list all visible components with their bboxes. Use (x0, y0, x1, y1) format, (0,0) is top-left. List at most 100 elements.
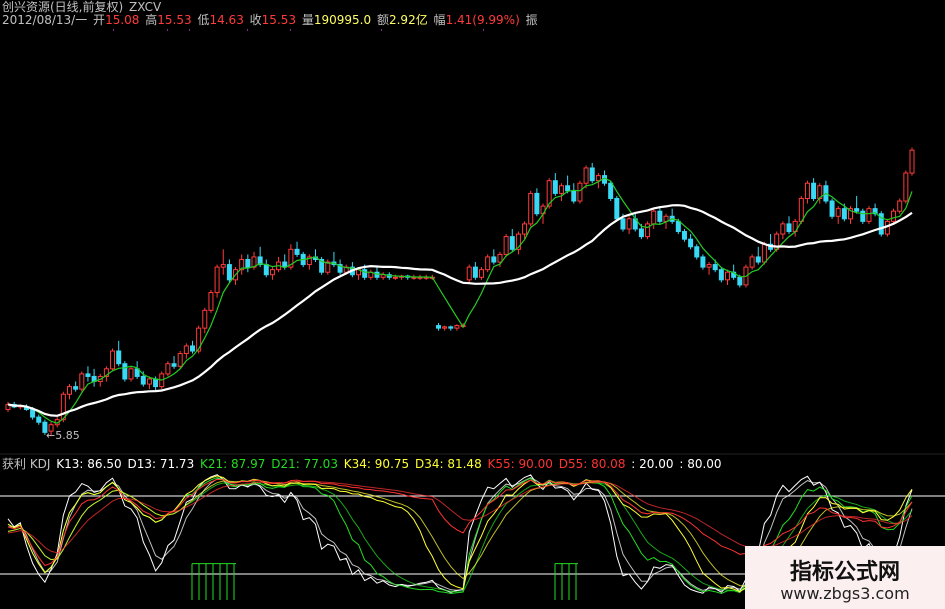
marker-dot: · (289, 26, 292, 36)
candle-body (835, 208, 841, 217)
stock-title: 创兴资源(日线,前复权) (2, 0, 124, 14)
marker-dot: · (166, 26, 169, 36)
candle-body (675, 220, 681, 233)
kdj-level-20: : 20.00 (631, 457, 674, 471)
candle-body (165, 363, 171, 375)
candle-body (454, 325, 460, 329)
candle-body (110, 350, 116, 370)
candle-body (700, 256, 706, 268)
candle-body (725, 271, 731, 281)
candle-body (60, 393, 66, 421)
candle-body (442, 326, 448, 329)
candle-body (66, 386, 72, 395)
low-value: 14.63 (209, 13, 244, 27)
candle-body (528, 192, 534, 225)
candle-body (583, 167, 589, 184)
indicator-name: ZXCV (129, 0, 162, 14)
kdj-legend-line: 获利 KDJ K13: 86.50 D13: 71.73 K21: 87.97 … (2, 457, 724, 471)
candle-body (571, 190, 577, 202)
marker-dot: · (112, 26, 115, 36)
kdj-k55: K55: 90.00 (487, 457, 553, 471)
open-label: 开 (93, 13, 106, 27)
watermark-title: 指标公式网 (789, 560, 900, 585)
candle-body (202, 309, 208, 329)
candle-body (140, 375, 146, 385)
candle-body (786, 223, 792, 233)
amount-value: 2.92亿 (388, 13, 428, 27)
change-label: 幅 (433, 13, 446, 27)
candle-body (183, 345, 189, 355)
candle-body (638, 228, 644, 238)
high-value: 15.53 (157, 13, 192, 27)
candle-body (829, 200, 835, 217)
amplitude-label: 振 (525, 13, 538, 27)
kdj-level-80: : 80.00 (679, 457, 722, 471)
candle-body (189, 345, 195, 352)
kdj-d55: D55: 80.08 (558, 457, 626, 471)
marker-dot: · (246, 26, 249, 36)
candle-body (497, 253, 503, 263)
candle-body (737, 276, 743, 286)
candle-body (694, 246, 700, 258)
candle-body (214, 266, 220, 294)
candle-body (798, 197, 804, 222)
low-label: 低 (197, 13, 210, 27)
candle-body (651, 210, 657, 225)
candle-body (479, 269, 485, 278)
candle-body (552, 180, 558, 194)
candle-body (79, 373, 85, 390)
chart-area[interactable]: · · · · · · · ←5.85 (0, 0, 945, 609)
high-label: 高 (145, 13, 158, 27)
candle-body (448, 326, 454, 329)
candle-body (392, 276, 398, 279)
candle-body (804, 182, 810, 199)
kdj-k21: K21: 87.97 (200, 457, 266, 471)
candle-body (657, 210, 663, 222)
candle-body (362, 269, 368, 278)
candle-body (534, 192, 540, 215)
candle-body (712, 264, 718, 271)
low-price-annotation: ←5.85 (46, 429, 80, 442)
date-value: 2012/08/13/一 (2, 13, 88, 27)
candle-body (485, 256, 491, 271)
candle-body (128, 368, 134, 380)
kdj-d34: D34: 81.48 (414, 457, 482, 471)
candle-body (472, 266, 478, 278)
candle-body (841, 208, 847, 220)
candle-body (36, 416, 42, 423)
candle-body (866, 208, 872, 222)
candle-body (269, 269, 275, 276)
marker-dot: · (380, 26, 383, 36)
candle-body (718, 269, 724, 281)
candle-body (146, 378, 152, 385)
kdj-k13: K13: 86.50 (56, 457, 122, 471)
candle-body (509, 236, 515, 250)
candle-body (645, 223, 651, 238)
close-value: 15.53 (261, 13, 297, 27)
candle-body (226, 264, 232, 281)
candle-body (85, 373, 91, 377)
candle-body (780, 223, 786, 235)
volume-value: 190995.0 (313, 13, 372, 27)
candle-body (626, 218, 632, 230)
kdj-k34: K34: 90.75 (343, 457, 410, 471)
candle-body (153, 378, 159, 388)
candle-body (122, 363, 128, 380)
candle-body (220, 264, 226, 268)
candle-body (595, 175, 601, 182)
candle-body (811, 182, 817, 199)
candle-body (177, 353, 183, 367)
candle-body (688, 238, 694, 248)
candle-body (522, 223, 528, 235)
candle-body (755, 256, 761, 263)
chart-title-line: 创兴资源(日线,前复权) ZXCV (2, 0, 163, 14)
marker-dot: · (482, 26, 485, 36)
stock-chart-svg: · · · · · · · ←5.85 (0, 26, 945, 600)
candle-body (294, 248, 300, 255)
candle-body (903, 172, 909, 202)
candle-body (909, 149, 915, 174)
candle-body (620, 218, 626, 230)
volume-label: 量 (301, 13, 314, 27)
candle-body (565, 185, 571, 192)
candle-body (491, 256, 497, 263)
